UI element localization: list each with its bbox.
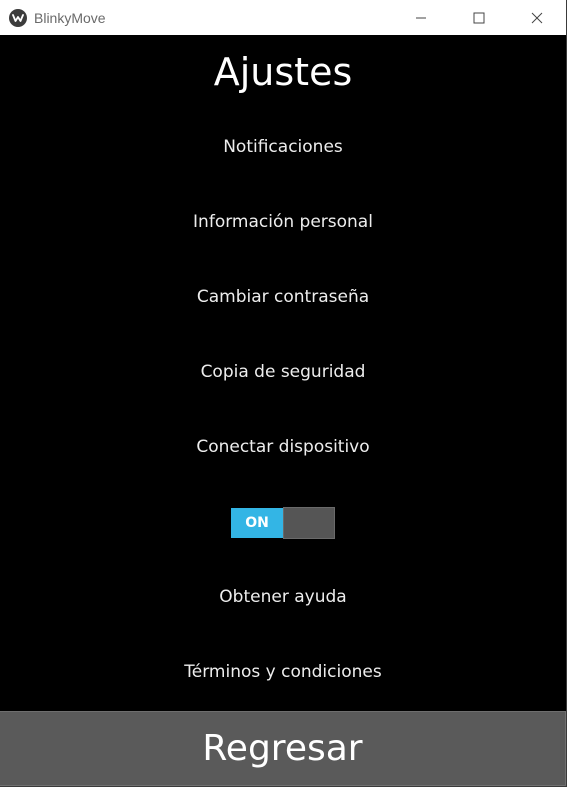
app-window: BlinkyMove Ajustes Notificaciones Inform… bbox=[0, 0, 566, 786]
close-icon bbox=[531, 12, 543, 23]
back-button[interactable]: Regresar bbox=[0, 711, 565, 785]
window-controls bbox=[392, 0, 566, 35]
device-connection-toggle[interactable]: ON bbox=[231, 507, 335, 539]
minimize-icon bbox=[416, 17, 426, 18]
maximize-button[interactable] bbox=[450, 0, 508, 35]
menu-item-informacion-personal[interactable]: Información personal bbox=[0, 212, 566, 232]
minimize-button[interactable] bbox=[392, 0, 450, 35]
app-logo-icon bbox=[9, 8, 27, 27]
settings-screen: Ajustes Notificaciones Información perso… bbox=[0, 35, 566, 711]
menu-item-copia-de-seguridad[interactable]: Copia de seguridad bbox=[0, 362, 566, 382]
menu-item-conectar-dispositivo[interactable]: Conectar dispositivo bbox=[0, 437, 566, 457]
page-title: Ajustes bbox=[213, 50, 353, 94]
maximize-icon bbox=[473, 12, 485, 23]
menu-item-obtener-ayuda[interactable]: Obtener ayuda bbox=[0, 587, 566, 607]
menu-item-cambiar-contrasena[interactable]: Cambiar contraseña bbox=[0, 287, 566, 307]
window-title: BlinkyMove bbox=[34, 9, 106, 26]
toggle-thumb[interactable] bbox=[283, 507, 335, 539]
menu-item-terminos-y-condiciones[interactable]: Términos y condiciones bbox=[0, 662, 566, 682]
close-button[interactable] bbox=[508, 0, 566, 35]
title-bar: BlinkyMove bbox=[0, 0, 566, 35]
toggle-on-label: ON bbox=[231, 508, 283, 538]
menu-item-notificaciones[interactable]: Notificaciones bbox=[0, 137, 566, 157]
